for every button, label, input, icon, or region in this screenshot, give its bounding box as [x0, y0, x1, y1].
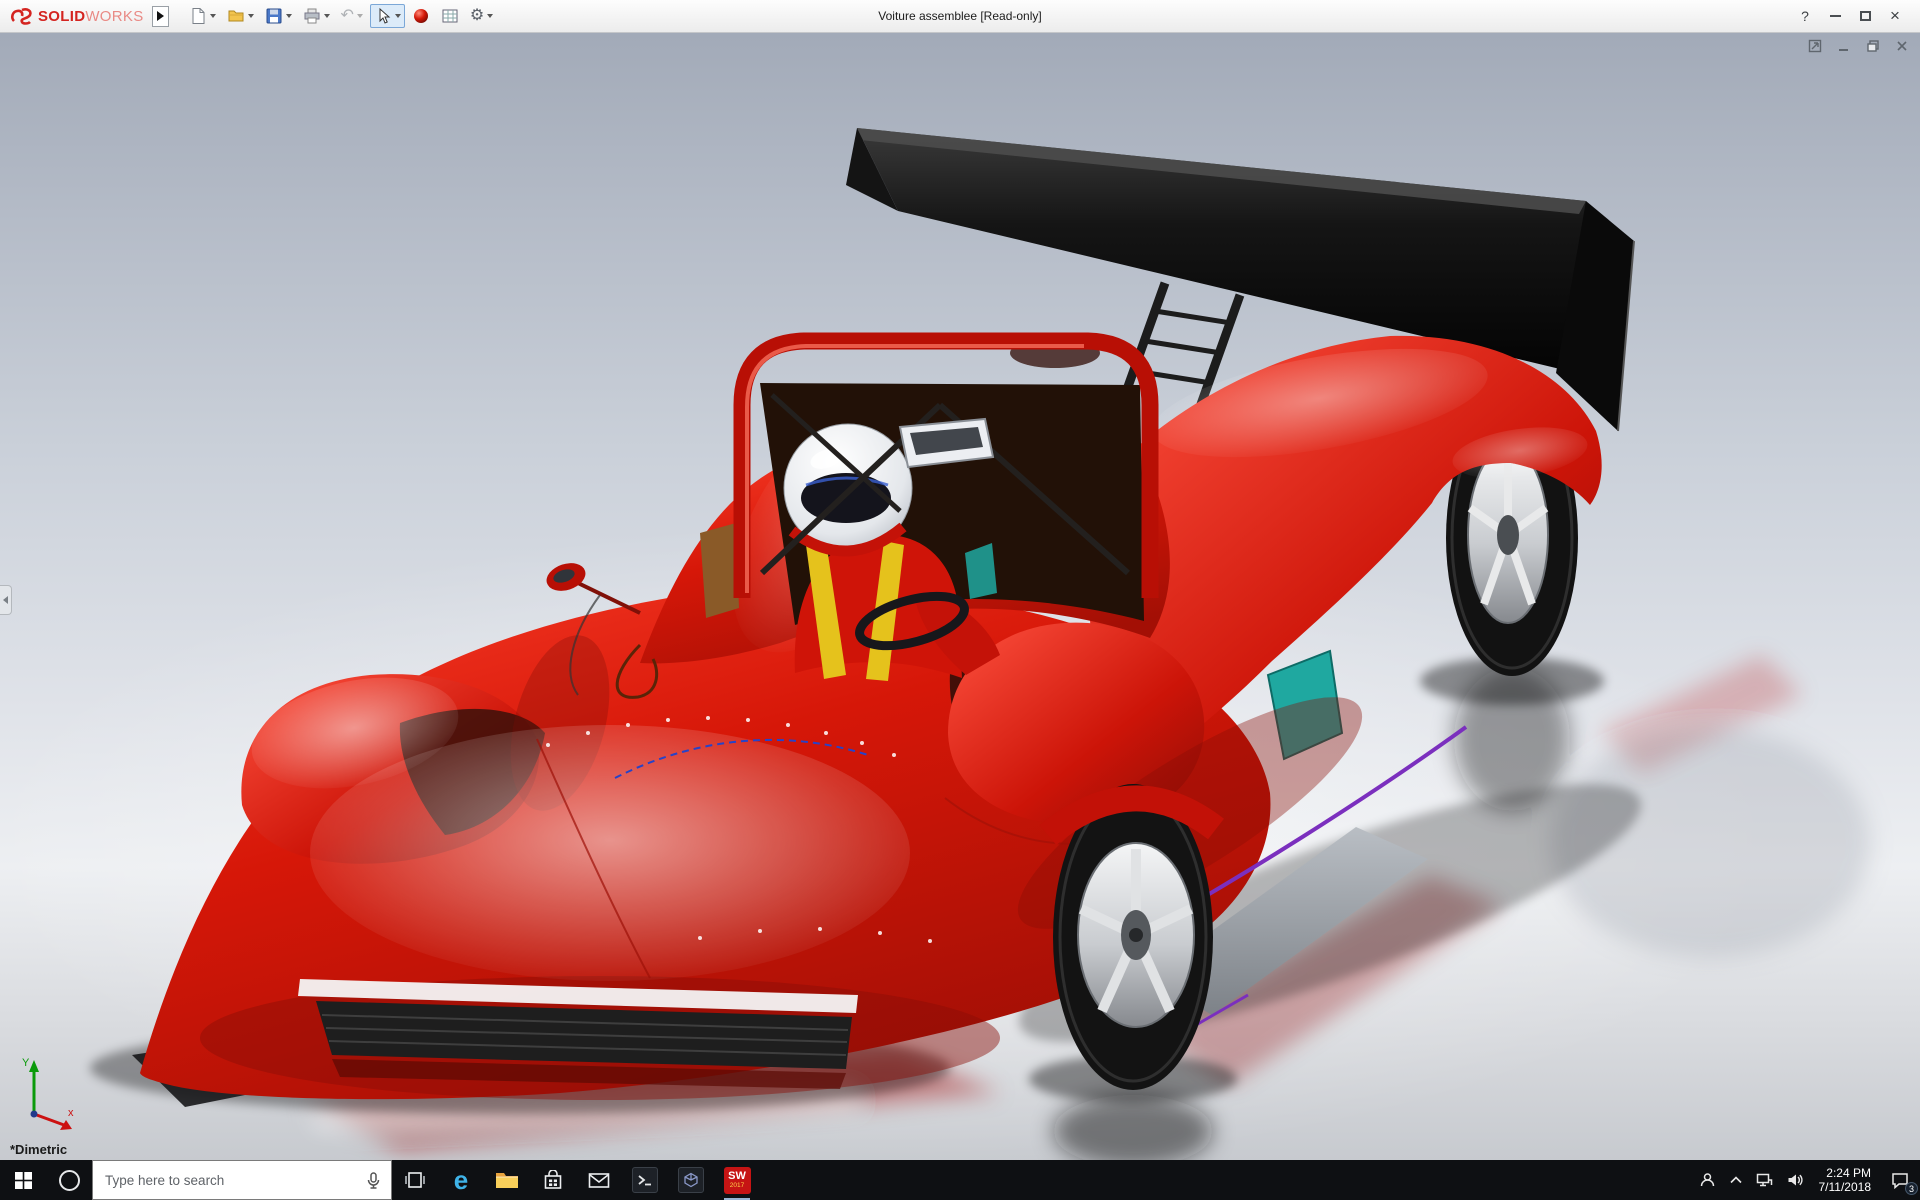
graphics-viewport[interactable]: Y x *Dimetric — [0, 33, 1920, 1160]
task-view-icon — [404, 1171, 426, 1189]
start-button[interactable] — [0, 1160, 46, 1200]
brand-solid: SOLID — [38, 8, 85, 25]
minimize-icon — [1830, 15, 1841, 17]
hidden-icons-button[interactable] — [1723, 1160, 1749, 1200]
orientation-triad: Y x — [8, 1052, 86, 1136]
print-button[interactable] — [299, 4, 334, 28]
action-center-button[interactable]: 3 — [1880, 1160, 1920, 1200]
notification-badge: 3 — [1905, 1182, 1918, 1195]
document-window-controls — [1807, 38, 1910, 54]
triad-x-label: x — [68, 1107, 74, 1119]
dropdown-caret-icon — [395, 14, 401, 18]
seat-teal — [965, 543, 997, 599]
clock-time: 2:24 PM — [1826, 1166, 1871, 1180]
taskbar-app-solidworks[interactable]: SW 2017 — [714, 1160, 760, 1200]
cube-app-icon — [678, 1167, 704, 1193]
taskbar-app-file-explorer[interactable] — [484, 1160, 530, 1200]
evaluate-button[interactable] — [437, 4, 463, 28]
select-cursor-icon — [374, 7, 392, 25]
appearance-button[interactable] — [408, 4, 434, 28]
solidworks-app-icon: SW 2017 — [724, 1167, 751, 1194]
front-nose-details — [298, 979, 858, 1089]
side-mirror[interactable] — [543, 558, 640, 613]
dropdown-caret-icon — [357, 14, 363, 18]
speaker-icon — [1787, 1173, 1803, 1187]
sw-year: 2017 — [730, 1182, 744, 1189]
mail-icon — [588, 1172, 610, 1189]
options-gear-icon: ⚙ — [470, 7, 484, 25]
triad-y-label: Y — [22, 1057, 30, 1069]
select-button[interactable] — [370, 4, 405, 28]
options-button[interactable]: ⚙ — [466, 4, 497, 28]
cortana-icon — [59, 1170, 80, 1191]
taskbar-app-task-view[interactable] — [392, 1160, 438, 1200]
sw-label: SW — [728, 1171, 746, 1182]
network-button[interactable] — [1749, 1160, 1780, 1200]
dash-panel — [700, 523, 739, 618]
minimize-button[interactable] — [1820, 3, 1850, 29]
toolbar-expand-arrow[interactable] — [152, 6, 169, 27]
feature-tree-collapse-tab[interactable] — [0, 585, 12, 615]
play-arrow-icon — [157, 11, 164, 21]
open-button[interactable] — [223, 4, 258, 28]
solidworks-window: SOLIDWORKS ↶ — [0, 0, 1920, 1200]
search-input[interactable] — [93, 1173, 366, 1188]
chevron-left-icon — [3, 596, 8, 604]
store-icon — [543, 1170, 563, 1190]
brand-works: WORKS — [85, 8, 143, 25]
dropdown-caret-icon — [210, 14, 216, 18]
appearance-sphere-icon — [412, 7, 430, 25]
print-icon — [303, 7, 321, 25]
undo-button[interactable]: ↶ — [337, 4, 367, 28]
solidworks-logo: SOLIDWORKS — [0, 6, 152, 26]
people-button[interactable] — [1692, 1160, 1723, 1200]
maximize-icon — [1860, 11, 1871, 21]
new-document-icon — [189, 7, 207, 25]
microphone-icon[interactable] — [366, 1172, 381, 1189]
ds-logo-icon — [10, 6, 34, 26]
close-doc-icon[interactable] — [1894, 38, 1910, 54]
clock-date: 7/11/2018 — [1819, 1180, 1872, 1194]
maximize-button[interactable] — [1850, 3, 1880, 29]
taskbar-clock[interactable]: 2:24 PM 7/11/2018 — [1810, 1166, 1881, 1194]
file-explorer-icon — [495, 1170, 519, 1190]
evaluate-table-icon — [441, 7, 459, 25]
scene-canvas[interactable] — [0, 33, 1920, 1160]
new-document-button[interactable] — [185, 4, 220, 28]
taskbar-app-edge[interactable]: e — [438, 1160, 484, 1200]
network-icon — [1756, 1173, 1773, 1187]
taskbar-app-store[interactable] — [530, 1160, 576, 1200]
chevron-up-icon — [1730, 1176, 1742, 1184]
dropdown-caret-icon — [487, 14, 493, 18]
view-orientation-label: *Dimetric — [10, 1142, 67, 1157]
restore-doc-icon[interactable] — [1865, 38, 1881, 54]
taskbar-app-dark-cube[interactable] — [668, 1160, 714, 1200]
minimize-doc-icon[interactable] — [1836, 38, 1852, 54]
people-icon — [1699, 1172, 1716, 1188]
dropdown-caret-icon — [324, 14, 330, 18]
dropdown-caret-icon — [286, 14, 292, 18]
system-tray: 2:24 PM 7/11/2018 3 — [1692, 1160, 1920, 1200]
dock-icon[interactable] — [1807, 38, 1823, 54]
title-bar: SOLIDWORKS ↶ — [0, 0, 1920, 33]
volume-button[interactable] — [1780, 1160, 1810, 1200]
help-button[interactable]: ? — [1790, 3, 1820, 29]
cortana-button[interactable] — [46, 1160, 92, 1200]
taskbar-app-mail[interactable] — [576, 1160, 622, 1200]
open-icon — [227, 7, 245, 25]
terminal-icon — [632, 1167, 658, 1193]
undo-icon: ↶ — [341, 7, 354, 25]
close-button[interactable]: × — [1880, 3, 1910, 29]
taskbar-search[interactable] — [92, 1160, 392, 1200]
dropdown-caret-icon — [248, 14, 254, 18]
edge-icon: e — [454, 1167, 468, 1193]
taskbar-app-terminal[interactable] — [622, 1160, 668, 1200]
save-button[interactable] — [261, 4, 296, 28]
window-controls: ? × — [1790, 3, 1920, 29]
save-icon — [265, 7, 283, 25]
windows-logo-icon — [15, 1172, 32, 1189]
quick-access-toolbar: ↶ ⚙ — [185, 4, 498, 28]
windows-taskbar: e SW 2017 — [0, 1160, 1920, 1200]
